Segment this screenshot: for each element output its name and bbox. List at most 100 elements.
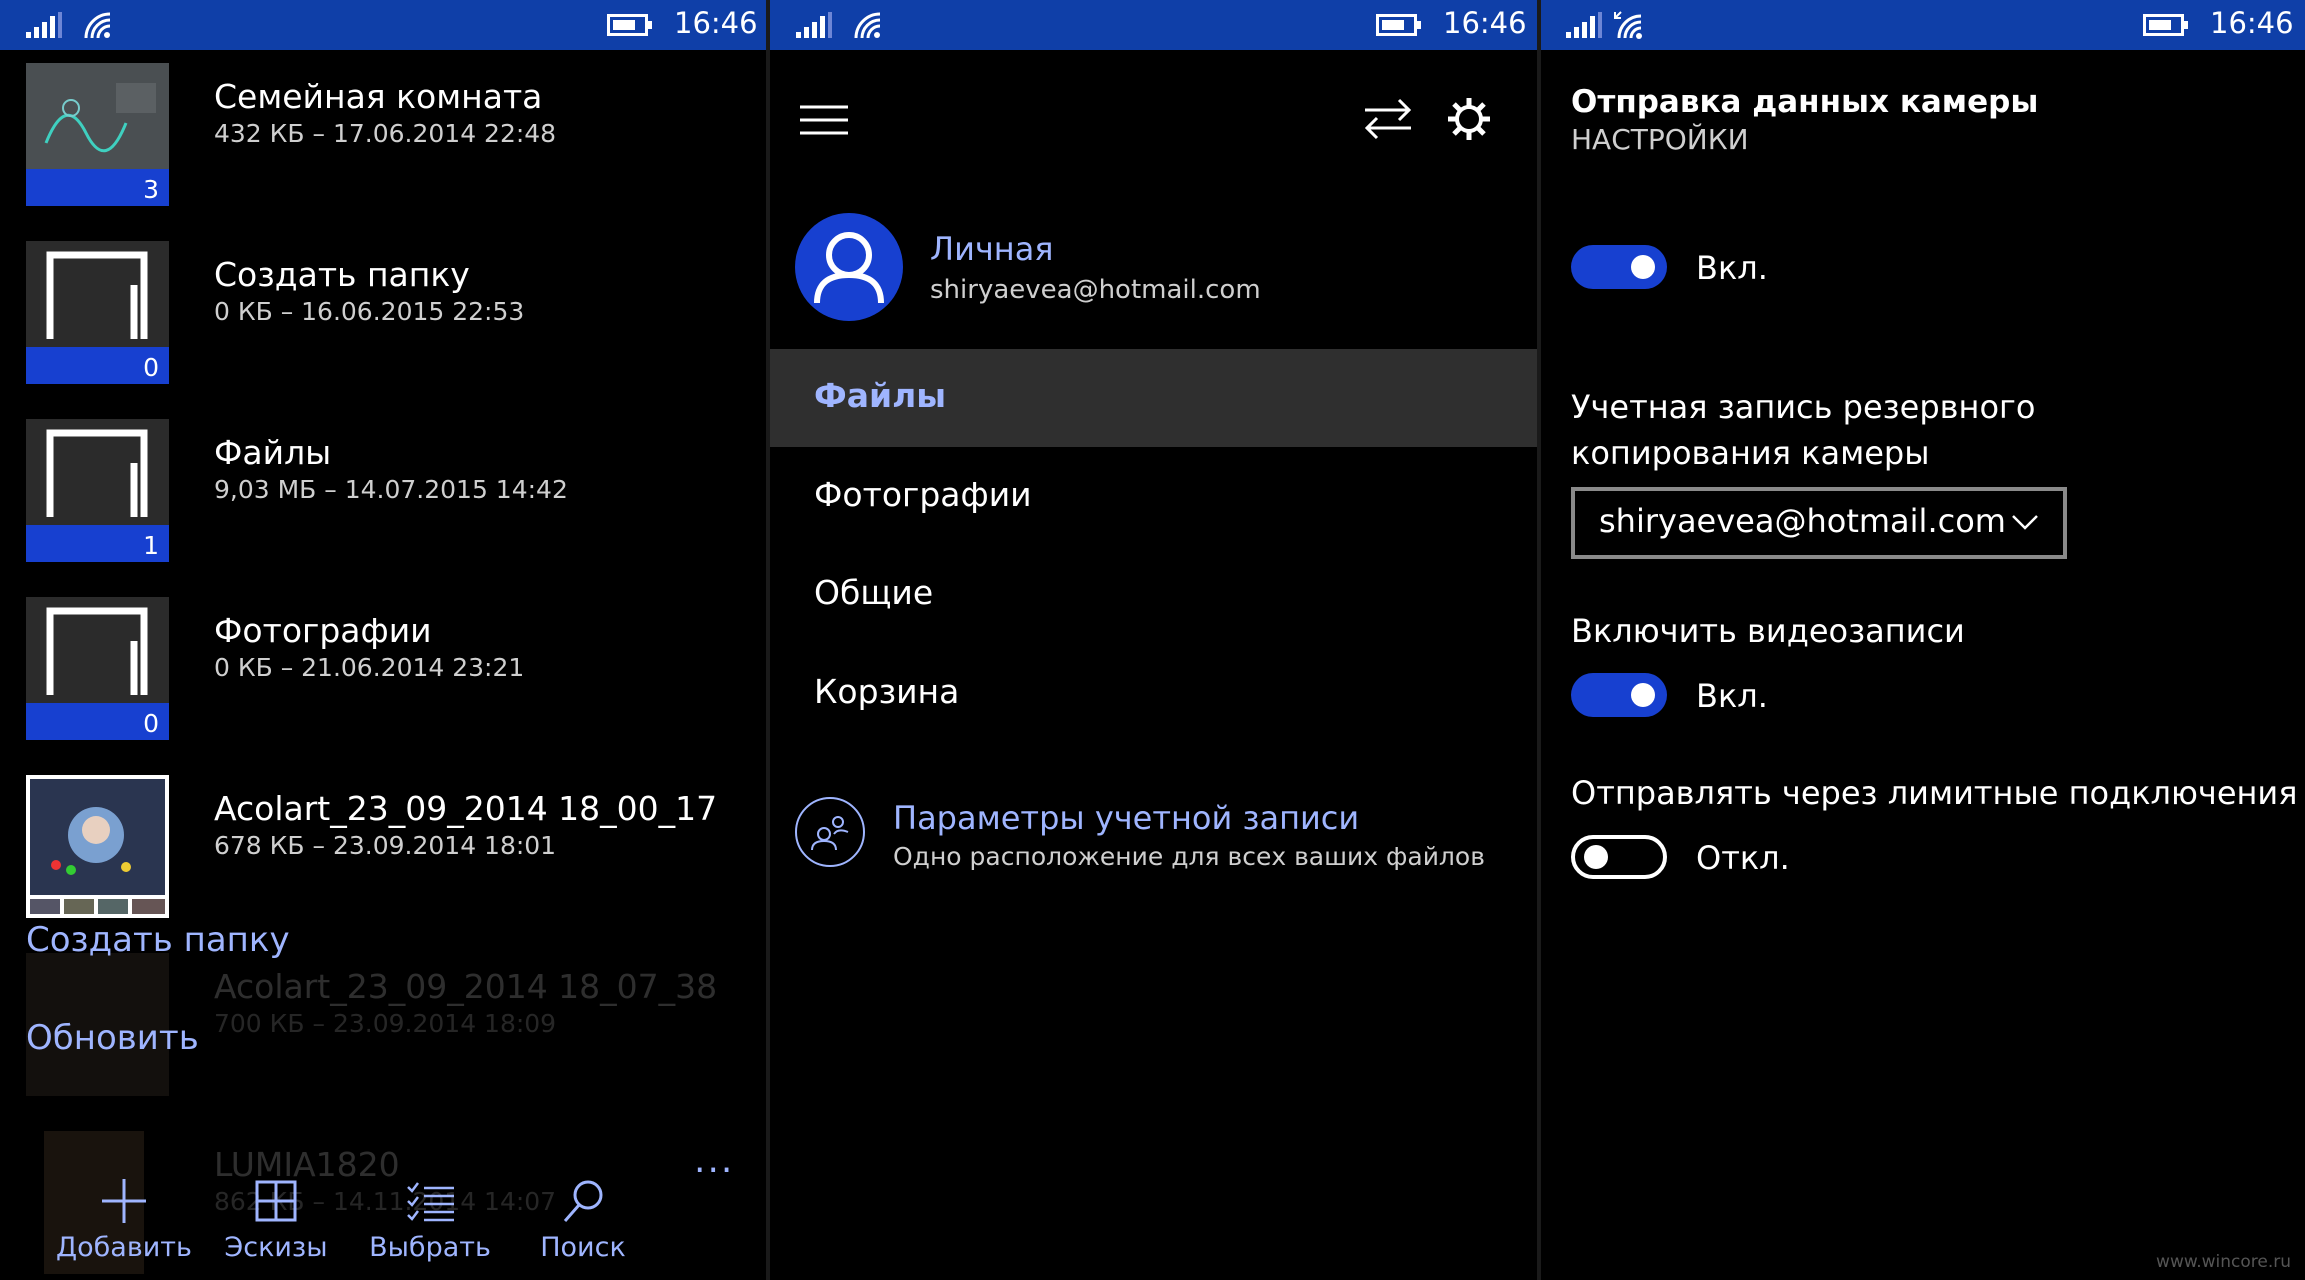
chevron-down-icon [2012, 515, 2038, 530]
video-upload-state: Вкл. [1696, 677, 1768, 715]
status-bar: 16:46 [1541, 0, 2305, 50]
user-icon [814, 232, 884, 304]
hamburger-menu-icon[interactable] [800, 103, 848, 137]
count-bar: 3 [26, 169, 169, 206]
file-meta: 9,03 МБ – 14.07.2015 14:42 [214, 475, 568, 504]
battery-icon [2143, 14, 2188, 36]
folder-icon [46, 429, 148, 517]
file-name: Фотографии [214, 611, 432, 650]
status-bar: 16:46 [770, 0, 1537, 50]
context-refresh[interactable]: Обновить [26, 1018, 199, 1058]
count-bar: 0 [26, 347, 169, 384]
status-bar: 16:46 [0, 0, 766, 50]
wifi-icon [854, 12, 881, 39]
metered-connection-state: Откл. [1696, 839, 1790, 877]
nav-item-label: Фотографии [814, 475, 1032, 514]
nav-item-label: Корзина [814, 672, 960, 711]
count-bar: 0 [26, 703, 169, 740]
context-create-folder[interactable]: Создать папку [26, 920, 290, 960]
folder-icon [46, 251, 148, 339]
avatar[interactable] [795, 213, 903, 321]
nav-item-shared[interactable]: Общие [770, 546, 1537, 644]
watermark: www.wincore.ru [2156, 1252, 2291, 1272]
camera-upload-state: Вкл. [1696, 249, 1768, 287]
search-icon [563, 1180, 603, 1222]
grid-icon [255, 1180, 297, 1222]
files-panel: 16:46 3 Семейная комната 432 КБ – 17.06.… [0, 0, 766, 1280]
signal-icon [796, 12, 832, 38]
nav-item-photos[interactable]: Фотографии [770, 448, 1537, 546]
thumbnails-button[interactable]: Эскизы [206, 1165, 346, 1275]
file-meta: 700 КБ – 23.09.2014 18:09 [214, 1009, 557, 1038]
file-item[interactable]: Acolart_23_09_2014 18_00_17 678 КБ – 23.… [26, 775, 726, 935]
more-button[interactable]: ··· [694, 1150, 734, 1191]
video-upload-toggle[interactable] [1571, 673, 1667, 717]
metered-connection-toggle[interactable] [1571, 835, 1667, 879]
nav-item-label: Общие [814, 573, 934, 612]
folder-thumbnail: 1 [26, 419, 169, 562]
nav-item-label: Файлы [814, 376, 947, 415]
file-name: Создать папку [214, 255, 470, 294]
file-meta: 0 КБ – 16.06.2015 22:53 [214, 297, 525, 326]
file-name: Acolart_23_09_2014 18_00_17 [214, 789, 718, 828]
item-count: 0 [143, 709, 159, 738]
file-name: Семейная комната [214, 77, 543, 116]
folder-thumbnail: 0 [26, 597, 169, 740]
account-email: shiryaevea@hotmail.com [930, 275, 1261, 305]
status-time: 16:46 [1443, 6, 1527, 40]
file-item[interactable]: 1 Файлы 9,03 МБ – 14.07.2015 14:42 [26, 419, 726, 579]
camera-upload-toggle[interactable] [1571, 245, 1667, 289]
backup-account-label: Учетная запись резервного копирования ка… [1571, 388, 2036, 472]
backup-account-value: shiryaevea@hotmail.com [1599, 502, 2006, 540]
folder-thumbnail: 3 [26, 63, 169, 206]
item-count: 1 [143, 531, 159, 560]
checklist-icon [407, 1182, 454, 1222]
settings-panel: 16:46 Отправка данных камеры НАСТРОЙКИ В… [1541, 0, 2305, 1280]
battery-icon [1376, 14, 1421, 36]
wifi-icon [1614, 11, 1642, 39]
file-item[interactable]: 0 Создать папку 0 КБ – 16.06.2015 22:53 [26, 241, 726, 401]
add-label: Добавить [56, 1232, 192, 1263]
account-settings-subtitle: Одно расположение для всех ваших файлов [893, 842, 1485, 871]
file-meta: 432 КБ – 17.06.2014 22:48 [214, 119, 557, 148]
folder-thumbnail: 0 [26, 241, 169, 384]
add-icon [102, 1179, 146, 1223]
file-item[interactable]: 0 Фотографии 0 КБ – 21.06.2014 23:21 [26, 597, 726, 757]
photo-thumbnail-icon [26, 63, 169, 169]
file-meta: 0 КБ – 21.06.2014 23:21 [214, 653, 525, 682]
count-bar: 1 [26, 525, 169, 562]
photo-thumbnail [26, 775, 169, 918]
file-meta: 678 КБ – 23.09.2014 18:01 [214, 831, 557, 860]
nav-item-files[interactable]: Файлы [770, 349, 1537, 447]
item-count: 0 [143, 353, 159, 382]
file-name: Файлы [214, 433, 332, 472]
signal-icon [1566, 12, 1602, 38]
metered-connection-label: Отправлять через лимитные подключения [1571, 774, 2298, 812]
battery-icon [607, 14, 652, 36]
nav-item-recycle-bin[interactable]: Корзина [770, 645, 1537, 743]
status-time: 16:46 [2210, 6, 2294, 40]
account-settings-title: Параметры учетной записи [893, 799, 1360, 837]
file-item[interactable]: 3 Семейная комната 432 КБ – 17.06.2014 2… [26, 63, 726, 223]
signal-icon [26, 12, 62, 38]
sync-icon[interactable] [1363, 98, 1413, 140]
page-subtitle: НАСТРОЙКИ [1571, 123, 1749, 156]
search-button[interactable]: Поиск [513, 1165, 653, 1275]
toggle-knob [1584, 845, 1608, 869]
folder-icon [46, 607, 148, 695]
video-upload-label: Включить видеозаписи [1571, 612, 1965, 650]
photo-thumbnail-icon [30, 779, 165, 914]
status-time: 16:46 [674, 6, 758, 40]
select-label: Выбрать [369, 1232, 491, 1263]
settings-gear-icon[interactable] [1446, 96, 1492, 142]
item-count: 3 [143, 175, 159, 204]
select-button[interactable]: Выбрать [360, 1165, 500, 1275]
account-settings-icon [795, 797, 865, 867]
toggle-knob [1631, 255, 1655, 279]
account-settings-link[interactable]: Параметры учетной записи Одно расположен… [770, 787, 1537, 877]
backup-account-select[interactable]: shiryaevea@hotmail.com [1571, 487, 2067, 559]
add-button[interactable]: Добавить [54, 1165, 194, 1275]
toggle-knob [1631, 683, 1655, 707]
file-name: Acolart_23_09_2014 18_07_38 [214, 967, 718, 1006]
account-type: Личная [930, 230, 1054, 268]
